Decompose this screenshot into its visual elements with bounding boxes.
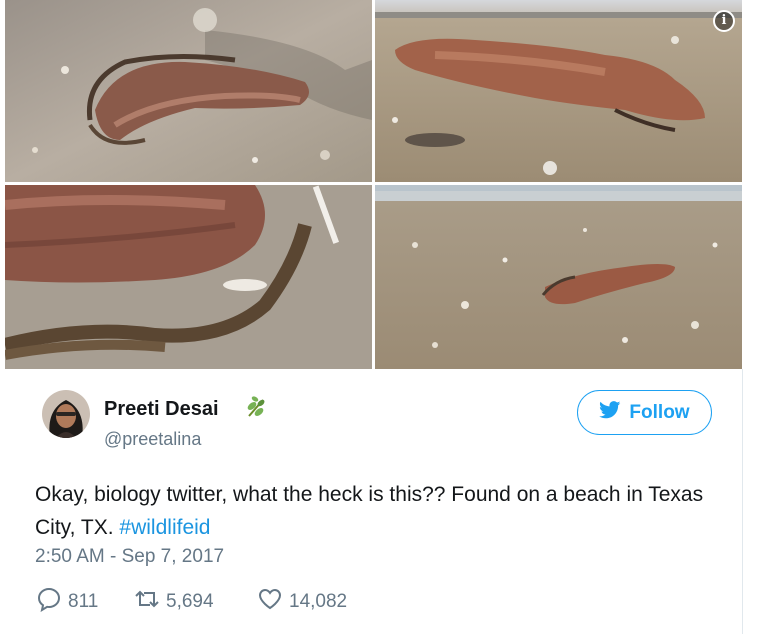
photo-creature-closeup[interactable] [5,185,372,369]
retweet-icon [134,586,160,618]
photo-creature-beach-wide[interactable] [375,185,742,369]
hashtag-link[interactable]: #wildlifeid [119,516,210,539]
tweet-text: Okay, biology twitter, what the heck is … [35,478,725,544]
info-icon[interactable]: i [713,10,735,32]
twitter-bird-icon [599,400,621,425]
follow-button[interactable]: Follow [577,390,712,435]
like-count: 14,082 [289,591,348,612]
display-name[interactable]: Preeti Desai [104,398,219,421]
tweet-timestamp[interactable]: 2:50 AM - Sep 7, 2017 [35,546,224,568]
avatar[interactable] [42,390,90,438]
photo-creature-top-view[interactable] [5,0,372,182]
retweet-button[interactable]: 5,694 [134,588,214,616]
seedling-emoji-icon [243,394,269,420]
reply-count: 811 [68,591,99,612]
photo-creature-side-view[interactable] [375,0,742,182]
card-border [742,369,743,634]
like-button[interactable]: 14,082 [257,588,347,616]
reply-icon [36,586,62,618]
tweet-card: i Preeti Desai @preetalina Follow Okay, … [0,0,770,634]
heart-icon [257,586,283,618]
user-handle[interactable]: @preetalina [104,429,201,450]
retweet-count: 5,694 [166,591,214,612]
media-grid: i [5,0,742,369]
reply-button[interactable]: 811 [36,586,99,618]
follow-label: Follow [629,401,690,423]
